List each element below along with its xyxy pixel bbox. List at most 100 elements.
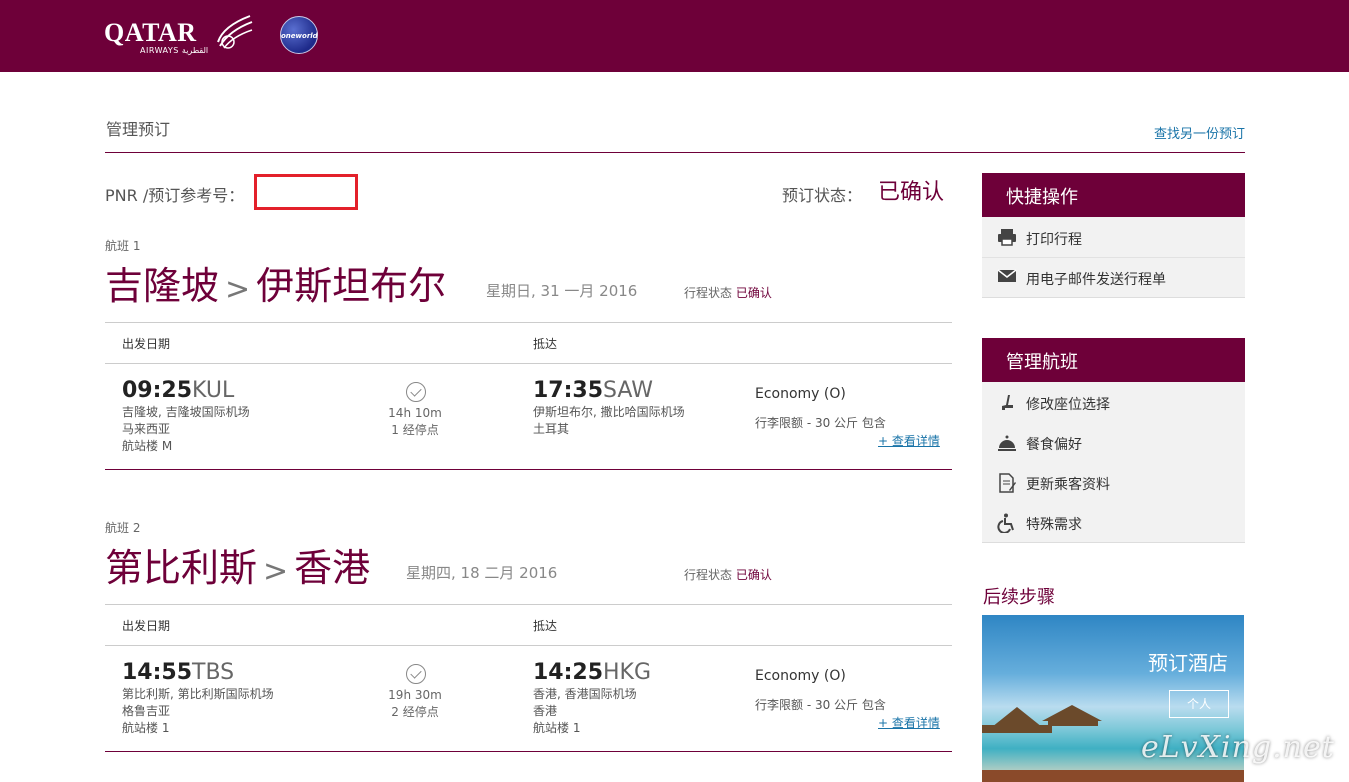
envelope-icon <box>996 268 1018 288</box>
pnr-label: PNR /预订参考号： <box>105 186 245 205</box>
trip-status: 行程状态 已确认 <box>684 284 772 301</box>
bungalow-deck <box>1048 720 1098 726</box>
bungalow-roof <box>992 707 1042 727</box>
page-title: 管理预订 <box>106 120 171 139</box>
stop-count: 2 经停点 <box>391 705 439 719</box>
destination-city: 香港 <box>294 546 371 590</box>
origin-city: 第比利斯 <box>105 546 258 590</box>
departure-airport-code: TBS <box>192 660 235 685</box>
action-label: 餐食偏好 <box>1026 437 1082 453</box>
duration-stops: 19h 30m 2 经停点 <box>375 687 455 721</box>
document-edit-icon <box>996 473 1018 493</box>
arrival-details: 伊斯坦布尔, 撒比哈国际机场 土耳其 <box>533 404 685 438</box>
hotel-banner-title: 预订酒店 <box>1148 651 1228 675</box>
stop-count: 1 经停点 <box>391 423 439 437</box>
meal-icon <box>996 433 1018 453</box>
divider <box>105 645 952 646</box>
flight-duration: 19h 30m <box>388 688 442 702</box>
departure-airport: 吉隆坡, 吉隆坡国际机场 <box>122 405 250 419</box>
bungalow-roof <box>1042 705 1102 721</box>
arrival-country: 土耳其 <box>533 422 570 436</box>
view-details-link[interactable]: + 查看详情 <box>878 714 940 731</box>
arrival-details: 香港, 香港国际机场 香港 航站楼 1 <box>533 686 637 737</box>
change-seat-action[interactable]: 修改座位选择 <box>982 383 1245 423</box>
origin-city: 吉隆坡 <box>105 264 220 308</box>
action-label: 用电子邮件发送行程单 <box>1026 272 1166 288</box>
special-requests-action[interactable]: 特殊需求 <box>982 503 1245 543</box>
arrival-terminal: 航站楼 1 <box>533 721 581 735</box>
arrival-time: 14:25 <box>533 660 604 685</box>
manage-flight-panel: 修改座位选择 餐食偏好 更新乘客资料 特殊需求 <box>982 382 1245 543</box>
arrival-airport-code: SAW <box>603 378 653 403</box>
flight-duration: 14h 10m <box>388 406 442 420</box>
cabin-class: Economy (O) <box>755 668 846 684</box>
trip-status-label: 行程状态 <box>684 568 733 582</box>
flight-date: 星期日, 31 一月 2016 <box>486 282 638 300</box>
departure-airport-code: KUL <box>192 378 235 403</box>
baggage-allowance: 行李限额 - 30 公斤 包含 <box>755 698 886 712</box>
departure-column-header: 出发日期 <box>122 337 171 351</box>
route-heading: 第比利斯 > 香港 <box>105 537 370 592</box>
top-header-bar: QATAR AIRWAYS القطرية oneworld <box>0 0 1349 72</box>
flight-date: 星期四, 18 二月 2016 <box>406 564 558 582</box>
route-arrow: > <box>225 272 251 307</box>
hotel-personal-button[interactable]: 个人 <box>1169 690 1229 718</box>
flight-card: 航班 1 吉隆坡 > 伊斯坦布尔 星期日, 31 一月 2016 行程状态 已确认 … <box>105 237 952 472</box>
arrival-airport: 香港, 香港国际机场 <box>533 687 637 701</box>
watermark: eLvXing.net <box>1141 730 1335 765</box>
action-label: 打印行程 <box>1026 232 1082 248</box>
seat-icon <box>996 393 1018 413</box>
departure-country: 马来西亚 <box>122 422 171 436</box>
pnr-redaction-box <box>254 174 358 210</box>
cabin-class: Economy (O) <box>755 386 846 402</box>
flight-card: 航班 2 第比利斯 > 香港 星期四, 18 二月 2016 行程状态 已确认 出发… <box>105 519 952 754</box>
trip-status-label: 行程状态 <box>684 286 733 300</box>
meal-preference-action[interactable]: 餐食偏好 <box>982 423 1245 463</box>
flight-label: 航班 2 <box>105 521 141 535</box>
printer-icon <box>996 228 1018 248</box>
departure-airport: 第比利斯, 第比利斯国际机场 <box>122 687 274 701</box>
booking-status-label: 预订状态： <box>782 186 863 205</box>
divider <box>105 363 952 364</box>
booking-status-value: 已确认 <box>878 180 945 205</box>
wheelchair-icon <box>996 513 1018 534</box>
next-steps-title: 后续步骤 <box>983 587 1055 608</box>
quick-actions-header: 快捷操作 <box>982 173 1245 217</box>
arrival-time: 17:35 <box>533 378 604 403</box>
departure-time: 14:55 <box>122 660 193 685</box>
view-details-link[interactable]: + 查看详情 <box>878 432 940 449</box>
flight-bottom-divider <box>105 469 952 470</box>
trip-status-value: 已确认 <box>735 286 772 300</box>
action-label: 特殊需求 <box>1026 517 1082 533</box>
email-itinerary-action[interactable]: 用电子邮件发送行程单 <box>982 258 1245 298</box>
arrival-column-header: 抵达 <box>533 337 558 351</box>
departure-terminal: 航站楼 1 <box>122 721 170 735</box>
duration-stops: 14h 10m 1 经停点 <box>375 405 455 439</box>
arrival-airport-code: HKG <box>603 660 652 685</box>
arrival-column-header: 抵达 <box>533 619 558 633</box>
baggage-allowance: 行李限额 - 30 公斤 包含 <box>755 416 886 430</box>
departure-column-header: 出发日期 <box>122 619 171 633</box>
trip-status: 行程状态 已确认 <box>684 566 772 583</box>
departure-details: 第比利斯, 第比利斯国际机场 格鲁吉亚 航站楼 1 <box>122 686 274 737</box>
quick-actions-panel: 打印行程 用电子邮件发送行程单 <box>982 217 1245 298</box>
destination-city: 伊斯坦布尔 <box>256 264 447 308</box>
beach-loungers <box>982 770 1244 782</box>
logo-wordmark: QATAR <box>104 18 197 47</box>
flight-bottom-divider <box>105 751 952 752</box>
title-divider <box>105 152 1245 153</box>
update-passenger-info-action[interactable]: 更新乘客资料 <box>982 463 1245 503</box>
departure-terminal: 航站楼 M <box>122 439 173 453</box>
departure-details: 吉隆坡, 吉隆坡国际机场 马来西亚 航站楼 M <box>122 404 250 455</box>
arrival-airport: 伊斯坦布尔, 撒比哈国际机场 <box>533 405 685 419</box>
divider <box>105 604 952 605</box>
oneworld-badge: oneworld <box>280 16 318 54</box>
print-itinerary-action[interactable]: 打印行程 <box>982 218 1245 258</box>
route-arrow: > <box>263 554 289 589</box>
departure-time: 09:25 <box>122 378 193 403</box>
qatar-airways-logo[interactable]: QATAR AIRWAYS القطرية <box>104 15 254 56</box>
check-circle-icon <box>406 664 426 684</box>
manage-flight-header: 管理航班 <box>982 338 1245 382</box>
divider <box>105 322 952 323</box>
find-another-booking-link[interactable]: 查找另一份预订 <box>1154 123 1245 142</box>
